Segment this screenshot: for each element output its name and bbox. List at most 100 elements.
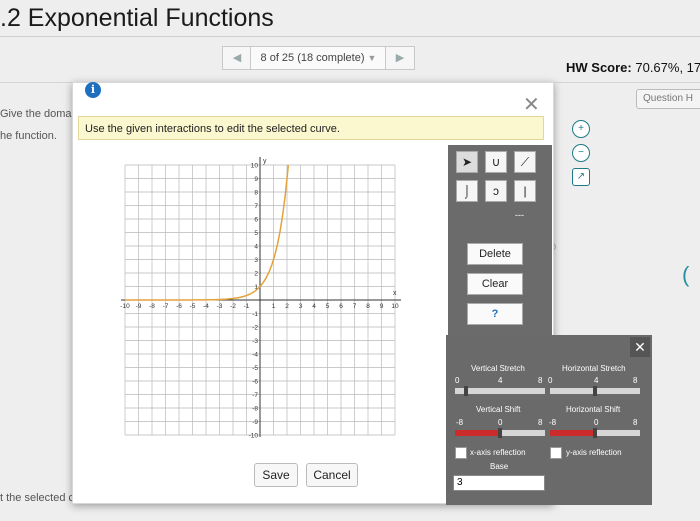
x-tick-label: 5 [326, 303, 330, 310]
transform-close-icon[interactable]: ✕ [630, 337, 650, 357]
vertical-shift-negative-range [455, 430, 500, 436]
horizontal-shift-max: 8 [633, 418, 638, 427]
chevron-left-icon[interactable]: ( [682, 262, 689, 288]
parabola-tool-icon[interactable]: ∪ [485, 151, 507, 173]
clear-button[interactable]: Clear [467, 273, 523, 295]
horizontal-stretch-label: Horizontal Stretch [562, 364, 626, 373]
x-tick-label: -4 [203, 303, 209, 310]
x-tick-label: -3 [217, 303, 223, 310]
y-tick-label: -6 [252, 379, 258, 386]
open-window-icon[interactable]: ↗ [572, 168, 590, 186]
horizontal-stretch-max: 8 [633, 376, 638, 385]
vertical-stretch-max: 8 [538, 376, 543, 385]
graph-canvas[interactable]: xy -10 -9 -8 -7 -6 -5 -4 -3 -2 -1 1 2 3 4 5 6 7 8 9 1010987… [115, 155, 415, 445]
base-input[interactable] [453, 475, 545, 491]
horizontal-stretch-slider[interactable] [550, 386, 640, 396]
x-axis-reflection-label: x-axis reflection [470, 448, 526, 457]
y-tick-label: -1 [252, 311, 258, 318]
x-tick-label: -9 [136, 303, 142, 310]
question-help-button[interactable]: Question H [636, 89, 700, 109]
y-tick-label: -10 [249, 433, 259, 440]
horizontal-stretch-handle[interactable] [593, 386, 597, 396]
y-axis-reflection-label: y-axis reflection [566, 448, 622, 457]
horizontal-line-tool-icon[interactable]: | [514, 180, 536, 202]
vertical-shift-handle[interactable] [498, 428, 502, 438]
vertical-stretch-min: 0 [455, 376, 460, 385]
exponential-tool-icon[interactable]: ⌡ [456, 180, 478, 202]
x-tick-label: 4 [312, 303, 316, 310]
more-tools-label[interactable]: --- [515, 210, 524, 220]
x-tick-label: 9 [380, 303, 384, 310]
instruction-banner: Use the given interactions to edit the s… [78, 116, 544, 140]
zoom-out-icon[interactable]: − [572, 144, 590, 162]
page-title: .2 Exponential Functions [0, 4, 274, 32]
y-tick-label: 2 [254, 271, 258, 278]
horizontal-shift-handle[interactable] [593, 428, 597, 438]
x-tick-label: 6 [339, 303, 343, 310]
previous-question-button[interactable]: ◀ [222, 46, 252, 70]
y-axis-label: y [263, 158, 267, 165]
y-tick-label: 9 [254, 176, 258, 183]
vertical-shift-label: Vertical Shift [476, 405, 521, 414]
y-tick-label: 3 [254, 257, 258, 264]
logarithm-tool-icon[interactable]: ↄ [485, 180, 507, 202]
x-tick-label: 10 [391, 303, 399, 310]
x-tick-label: -2 [230, 303, 236, 310]
horizontal-shift-label: Horizontal Shift [566, 405, 621, 414]
cancel-button[interactable]: Cancel [306, 463, 358, 487]
y-tick-label: 10 [251, 163, 259, 170]
next-question-button[interactable]: ▶ [385, 46, 415, 70]
x-tick-label: 1 [272, 303, 276, 310]
x-tick-label: 7 [353, 303, 357, 310]
y-tick-label: 7 [254, 203, 258, 210]
horizontal-shift-min: -8 [549, 418, 557, 427]
horizontal-stretch-min: 0 [548, 376, 553, 385]
y-tick-label: -3 [252, 338, 258, 345]
x-tick-label: -5 [190, 303, 196, 310]
vertical-shift-slider[interactable] [500, 430, 545, 436]
base-label: Base [490, 462, 509, 471]
y-tick-label: 6 [254, 217, 258, 224]
vertical-shift-min: -8 [456, 418, 464, 427]
vertical-stretch-mid: 4 [498, 376, 503, 385]
y-axis-reflection-checkbox[interactable] [550, 447, 562, 459]
curve-tool-icon[interactable]: ⟋ [514, 151, 536, 173]
hw-score-value: 70.67%, 17. [635, 60, 700, 75]
question-progress-dropdown[interactable]: 8 of 25 (18 complete) ▼ [250, 46, 387, 70]
vertical-stretch-label: Vertical Stretch [471, 364, 525, 373]
horizontal-shift-mid: 0 [594, 418, 599, 427]
dropdown-arrow-icon: ▼ [367, 53, 377, 63]
question-progress-label: 8 of 25 (18 complete) [260, 52, 365, 64]
help-button[interactable]: ? [467, 303, 523, 325]
horizontal-stretch-mid: 4 [594, 376, 599, 385]
x-tick-label: 2 [285, 303, 289, 310]
vertical-stretch-handle[interactable] [463, 386, 468, 396]
y-tick-label: -8 [252, 406, 258, 413]
pointer-tool-icon[interactable]: ➤ [456, 151, 478, 173]
zoom-in-icon[interactable]: + [572, 120, 590, 138]
x-tick-label: 3 [299, 303, 303, 310]
y-tick-label: -5 [252, 365, 258, 372]
horizontal-shift-slider[interactable] [595, 430, 640, 436]
hw-score: HW Score: 70.67%, 17. [566, 60, 700, 75]
header-divider [0, 36, 700, 37]
info-icon: i [85, 82, 101, 98]
x-tick-label: -8 [149, 303, 155, 310]
delete-button[interactable]: Delete [467, 243, 523, 265]
y-tick-label: -9 [252, 419, 258, 426]
y-tick-label: 8 [254, 190, 258, 197]
y-tick-label: -7 [252, 392, 258, 399]
close-icon[interactable]: ✕ [523, 92, 540, 117]
vertical-stretch-slider[interactable] [455, 386, 545, 396]
x-tick-label: -10 [120, 303, 130, 310]
y-tick-label: 4 [254, 244, 258, 251]
question-text-line2: he function. [0, 130, 57, 142]
hw-score-label: HW Score: [566, 60, 632, 75]
x-tick-label: -7 [163, 303, 169, 310]
x-tick-label: -1 [244, 303, 250, 310]
question-text-line1: Give the domain [0, 108, 81, 120]
x-axis-reflection-checkbox[interactable] [455, 447, 467, 459]
y-tick-label: -2 [252, 325, 258, 332]
save-button[interactable]: Save [254, 463, 298, 487]
horizontal-shift-negative-range [550, 430, 595, 436]
